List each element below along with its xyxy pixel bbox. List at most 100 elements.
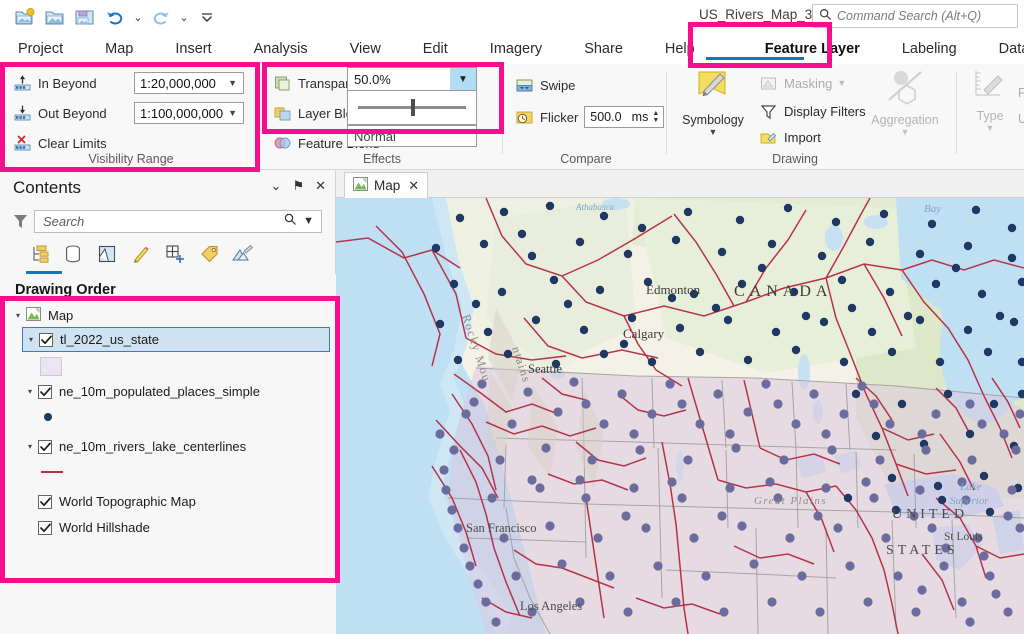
open-project-icon[interactable] [40,3,70,31]
aggregation-dropdown-caret[interactable]: ▼ [866,127,944,137]
contents-close-icon[interactable]: ✕ [315,179,326,192]
tab-labeling[interactable]: Labeling [892,34,967,64]
transparency-combo[interactable]: 50.0% ▼ [347,67,477,91]
layer-label: World Hillshade [59,520,150,535]
import-icon [758,127,778,147]
tab-analysis[interactable]: Analysis [244,34,318,64]
tab-help[interactable]: Help [655,34,705,64]
search-dropdown-caret[interactable]: ▼ [300,215,317,227]
list-by-selection-icon[interactable] [96,243,118,265]
tab-share[interactable]: Share [574,34,633,64]
search-icon[interactable] [281,213,300,229]
contents-pin-icon[interactable]: ⚑ [292,179,304,192]
transparency-slider-popup[interactable] [347,91,477,125]
symbology-button[interactable]: Symbology ▼ [674,68,752,137]
type-button[interactable]: Type ▼ [966,68,1014,133]
expand-collapse-icon[interactable]: ▾ [23,335,39,344]
layer-visibility-checkbox[interactable] [38,385,52,399]
transparency-slider-thumb[interactable] [411,99,415,116]
masking-label: Masking [784,76,832,91]
symbology-label: Symbology [674,113,752,127]
redo-dropdown-caret[interactable]: ⌄ [176,3,192,31]
undo-icon[interactable] [100,3,130,31]
import-row[interactable]: Import [758,124,821,150]
spinner-arrows-icon[interactable]: ▲▼ [652,110,661,124]
swipe-row[interactable]: Swipe [514,72,666,98]
layer-visibility-checkbox[interactable] [39,333,53,347]
contents-header-buttons: ⌄ ⚑ ✕ [271,179,326,192]
tab-insert[interactable]: Insert [165,34,221,64]
tab-data[interactable]: Data [989,34,1024,64]
list-by-snapping-icon[interactable] [164,243,186,265]
aggregation-icon [881,96,929,111]
feature-blend-icon [272,133,292,153]
tree-node-world-hillshade[interactable]: World Hillshade [0,516,336,539]
contents-toolbar [0,236,336,272]
filter-icon[interactable] [8,213,32,229]
tab-imagery[interactable]: Imagery [480,34,552,64]
transparency-dropdown-caret[interactable]: ▼ [450,68,476,90]
tab-view[interactable]: View [340,34,391,64]
expand-collapse-icon[interactable]: ▾ [10,311,26,320]
undo-dropdown-caret[interactable]: ⌄ [130,3,146,31]
transparency-slider-track[interactable] [358,106,466,109]
command-search-placeholder: Command Search (Alt+Q) [837,9,981,23]
layer-symbol-tl-2022-us-state[interactable] [0,352,336,380]
masking-row[interactable]: Masking ▼ [758,70,846,96]
map-label: San Francisco [466,521,536,535]
contents-search-input[interactable]: Search ▼ [34,210,322,233]
list-by-labeling-icon[interactable] [198,243,220,265]
tree-node-map[interactable]: ▾ Map [0,304,336,327]
layer-visibility-checkbox[interactable] [38,440,52,454]
out-beyond-combo[interactable]: 1:100,000,000 ▼ [134,102,244,124]
layer-symbol-ne-10m-populated-places-simple[interactable] [0,403,336,431]
customize-qat-icon[interactable] [192,3,222,31]
save-project-icon[interactable] [70,3,100,31]
type-dropdown-caret[interactable]: ▼ [966,123,1014,133]
tree-node-world-topographic-map[interactable]: World Topographic Map [0,490,336,513]
map-canvas[interactable]: Athabasca Bay Edmonton CANADA Calgary Se… [336,198,1024,634]
map-label: Athabasca [575,202,614,212]
list-by-data-source-icon[interactable] [62,243,84,265]
tree-node-ne-10m-populated-places-simple[interactable]: ▾ ne_10m_populated_places_simple [0,380,336,403]
redo-icon[interactable] [146,3,176,31]
tree-node-ne-10m-rivers-lake-centerlines[interactable]: ▾ ne_10m_rivers_lake_centerlines [0,435,336,458]
expand-collapse-icon[interactable]: ▾ [22,442,38,451]
aggregation-button[interactable]: Aggregation ▼ [866,68,944,137]
layer-visibility-checkbox[interactable] [38,495,52,509]
display-filters-row[interactable]: Display Filters [758,98,866,124]
map-view-tab[interactable]: Map ✕ [344,172,428,198]
list-by-drawing-order-icon[interactable] [28,243,50,265]
tab-map[interactable]: Map [95,34,143,64]
contents-menu-caret[interactable]: ⌄ [271,179,282,192]
unit-label-partial: Un [1018,112,1024,126]
out-beyond-icon [12,103,32,123]
layer-visibility-checkbox[interactable] [38,521,52,535]
feature-blend-value: Normal [354,129,396,144]
tab-edit[interactable]: Edit [413,34,458,64]
in-beyond-icon [12,73,32,93]
feature-blend-combo[interactable]: Normal [347,125,477,147]
layer-symbol-ne-10m-rivers-lake-centerlines[interactable] [0,458,336,486]
transparency-icon [272,73,292,93]
contents-pane: Contents ⌄ ⚑ ✕ Search [0,170,336,634]
expand-collapse-icon[interactable]: ▾ [22,387,38,396]
list-by-diagram-icon[interactable] [232,243,254,265]
clear-limits-label: Clear Limits [38,136,107,151]
map-tab-strip: Map ✕ [336,170,1024,198]
in-beyond-combo[interactable]: 1:20,000,000 ▼ [134,72,244,94]
contents-search-row: Search ▼ [0,206,336,236]
tree-node-tl-2022-us-state[interactable]: ▾ tl_2022_us_state [22,327,330,352]
symbology-dropdown-caret[interactable]: ▼ [674,127,752,137]
masking-dropdown-caret[interactable]: ▼ [832,78,846,88]
new-project-icon[interactable] [10,3,40,31]
list-by-editing-icon[interactable] [130,243,152,265]
contents-search-placeholder: Search [43,214,281,229]
flicker-spinner[interactable]: 500.0 ms ▲▼ [584,106,664,128]
ruler-icon [970,92,1010,107]
map-label: CANADA [734,283,832,300]
map-tab-close-icon[interactable]: ✕ [408,178,419,194]
transparency-value: 50.0% [354,72,391,87]
tab-project[interactable]: Project [8,34,73,64]
command-search-input[interactable]: Command Search (Alt+Q) [812,4,1018,28]
